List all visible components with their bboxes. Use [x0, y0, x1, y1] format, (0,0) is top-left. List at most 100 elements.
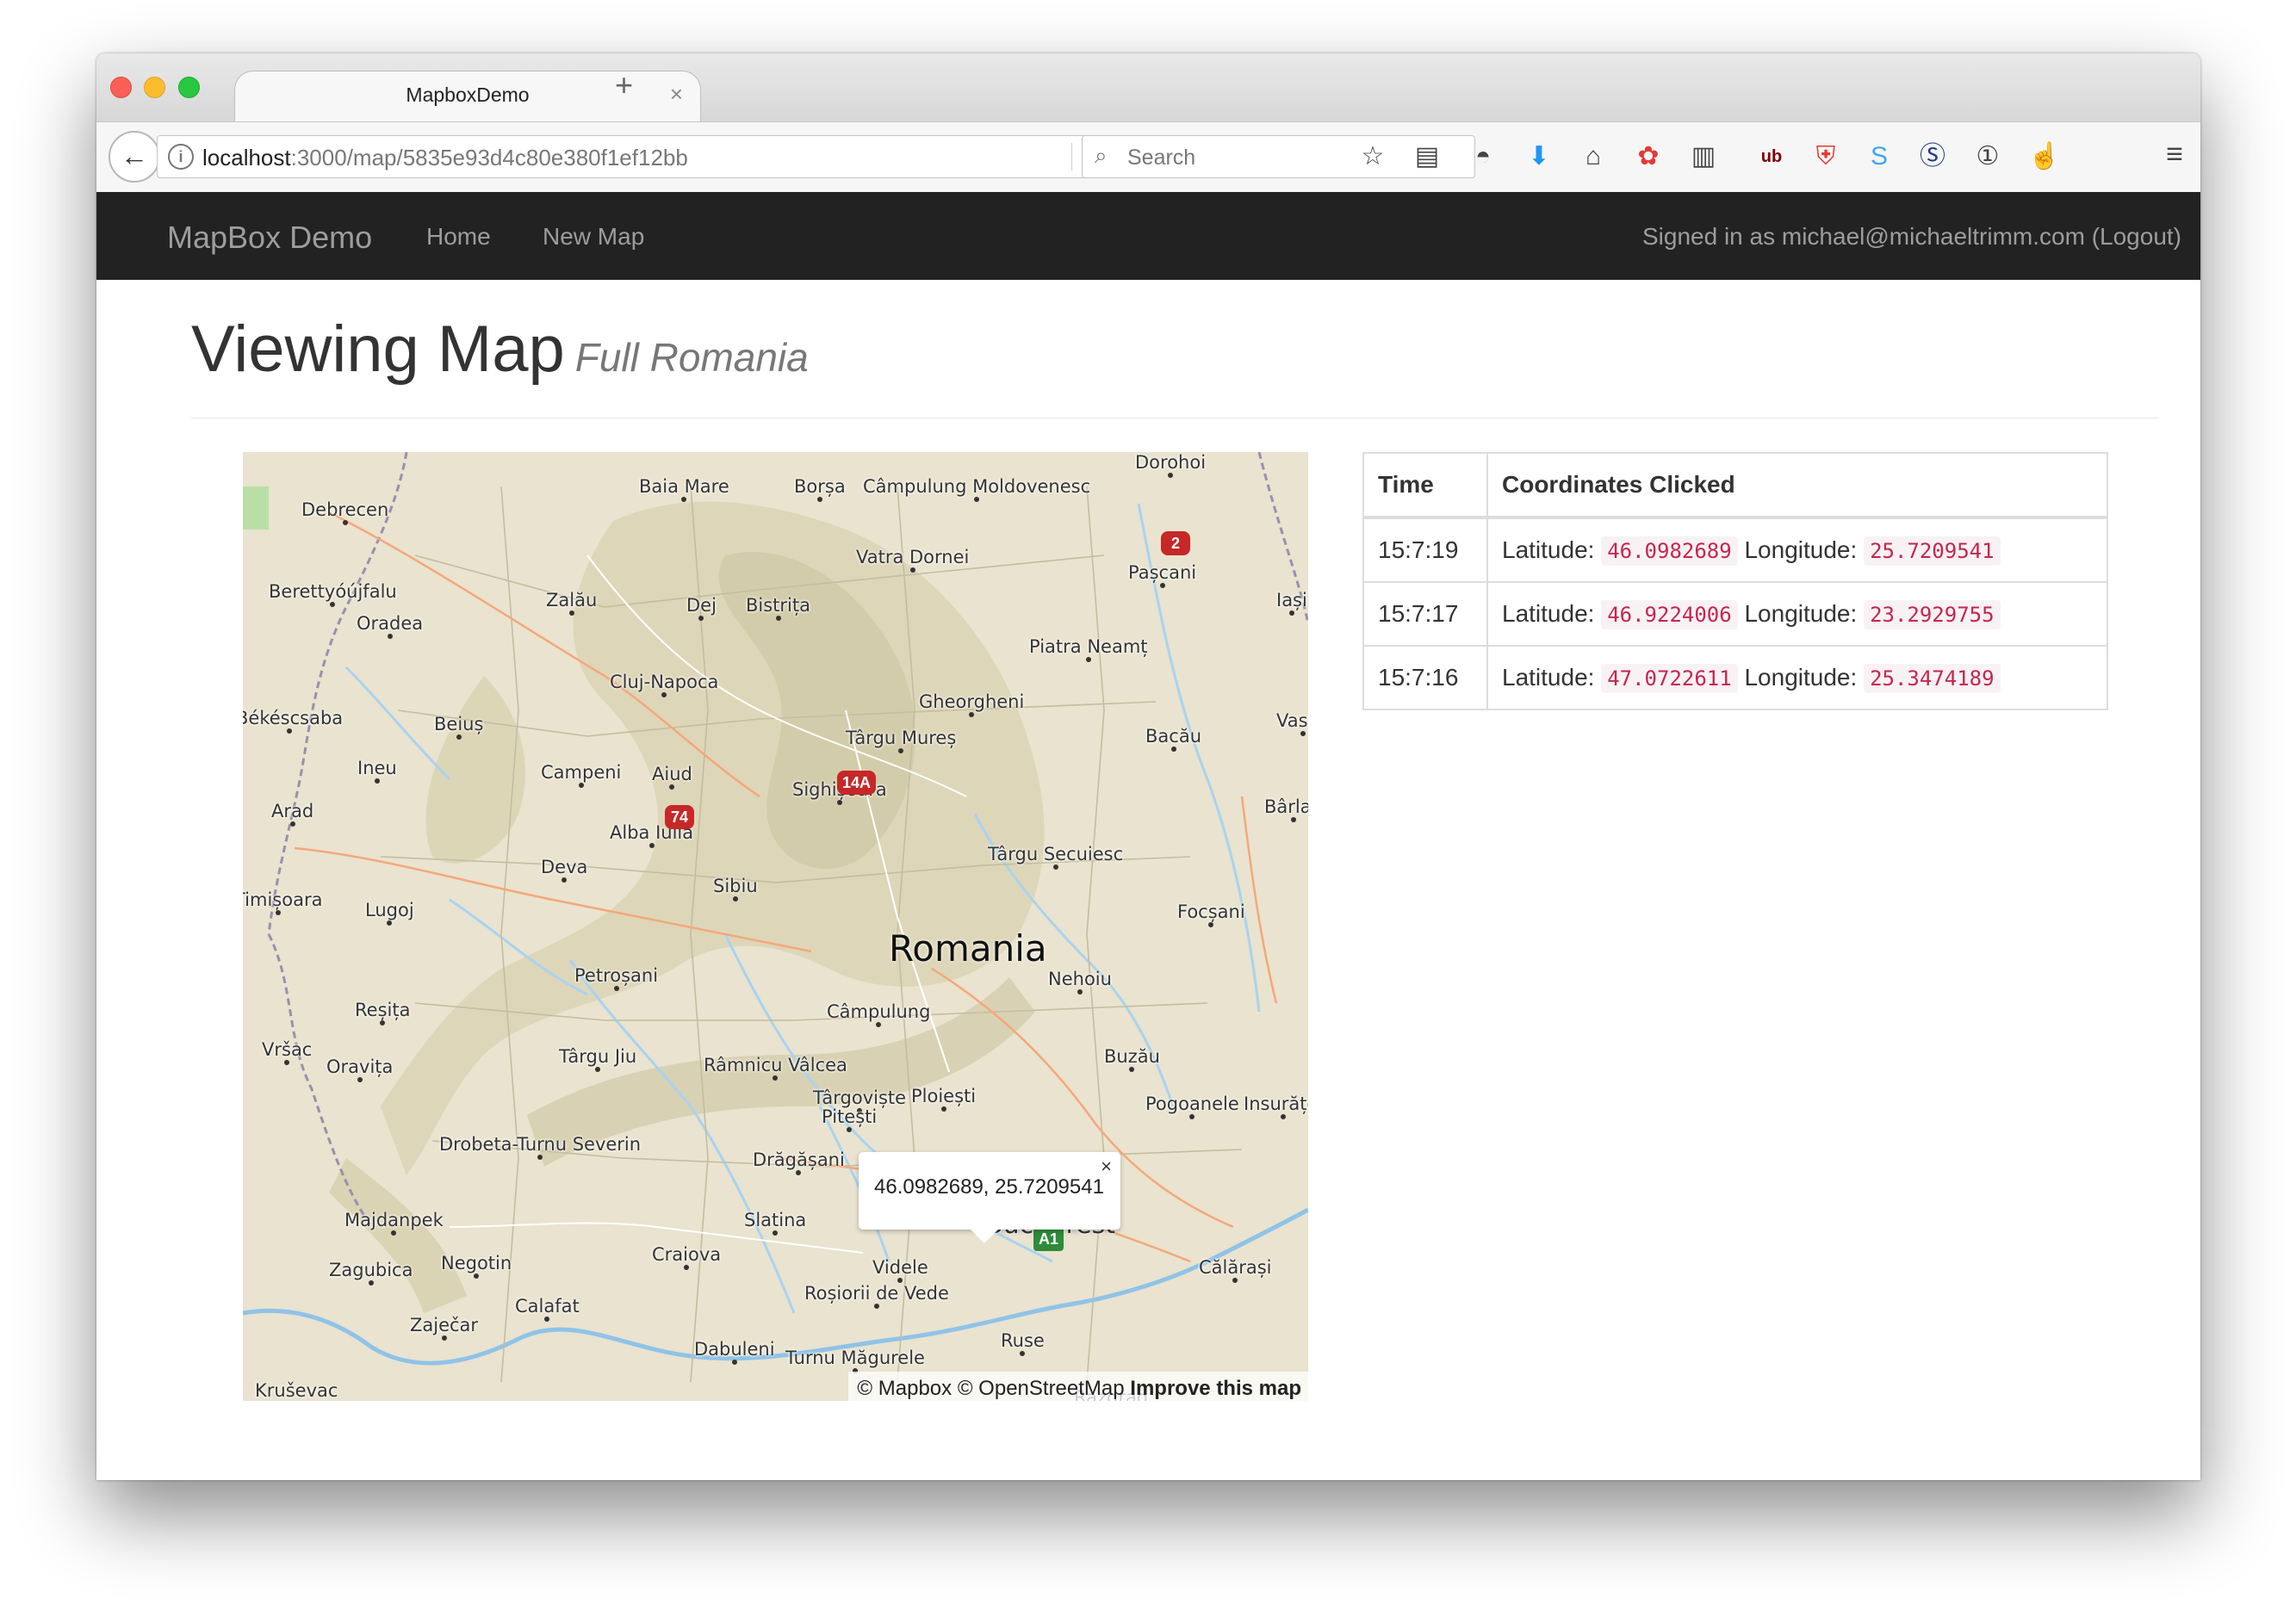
coordinates-table-body: 15:7:19 Latitude: 46.0982689 Longitude: 2… — [1362, 517, 2108, 710]
map-label: Târgu Mureș — [846, 728, 956, 753]
clipboard-extension-icon[interactable]: ▥ — [1686, 139, 1721, 174]
map-city-dot — [342, 520, 348, 525]
road-shield: 2 — [1161, 531, 1190, 555]
map-city-dot — [387, 634, 393, 639]
map-label: Piatra Neamț — [1029, 636, 1148, 662]
map-city-dot — [1077, 989, 1083, 994]
page-title-text: Viewing Map — [191, 313, 565, 386]
map-label: Dorohoi — [1135, 452, 1206, 478]
map-label: Sibiu — [713, 876, 758, 901]
popup-tip — [971, 1230, 998, 1243]
signed-in-logout-link[interactable]: Signed in as michael@michaeltrimm.com (L… — [1642, 223, 2181, 251]
map-canvas[interactable]: Baia Mare Borșa Câmpulung Moldovenesc Debre… — [243, 452, 1308, 1401]
map-city-dot — [613, 986, 619, 991]
map-city-dot — [731, 1360, 737, 1365]
map-city-dot — [1052, 864, 1058, 870]
map-city-dot — [1170, 747, 1176, 752]
map-label: Debrecen — [301, 499, 388, 525]
map-city-dot — [1290, 817, 1296, 822]
hand-extension-icon[interactable]: ☝ — [2027, 139, 2062, 174]
hamburger-menu-icon[interactable]: ≡ — [2166, 138, 2183, 171]
page-subtitle: Full Romania — [574, 335, 809, 380]
site-info-icon[interactable]: i — [168, 144, 194, 170]
coordinates-cell: Latitude: 46.9224006 Longitude: 23.29297… — [1486, 581, 2108, 647]
s-extension-icon[interactable]: S — [1862, 139, 1896, 174]
map-city-dot — [909, 567, 915, 573]
map-label: Kruševac — [255, 1380, 338, 1401]
longitude-value: 23.2929755 — [1864, 600, 2001, 629]
improve-map-link[interactable]: Improve this map — [1130, 1377, 1301, 1400]
map-label: Râmnicu Vâlcea — [704, 1055, 847, 1081]
onepassword-icon[interactable]: ① — [1970, 139, 2005, 174]
latitude-value: 47.0722611 — [1601, 664, 1738, 693]
map-city-dot — [357, 1077, 363, 1082]
map-city-dot — [940, 1106, 946, 1112]
map-label: Ploiești — [911, 1086, 976, 1112]
map-city-dot — [775, 616, 781, 621]
home-icon[interactable]: ⌂ — [1576, 139, 1610, 174]
map-city-dot — [836, 800, 842, 805]
map-label: Arad — [271, 801, 313, 827]
s-circle-extension-icon[interactable]: Ⓢ — [1915, 139, 1950, 174]
minimize-window-button[interactable] — [144, 77, 165, 98]
map-label: Bacău — [1145, 726, 1201, 752]
map-city-dot — [816, 497, 822, 502]
search-placeholder: Search — [1127, 146, 1196, 170]
map-label: Nehoiu — [1048, 969, 1112, 994]
map-label: Pitești — [822, 1106, 877, 1132]
map-label: Negotin — [441, 1253, 512, 1279]
map-label: Oradea — [357, 613, 423, 639]
latitude-label: Latitude: — [1502, 536, 1602, 563]
tab-close-icon[interactable]: × — [670, 81, 683, 108]
coordinates-cell: Latitude: 46.0982689 Longitude: 25.72095… — [1486, 517, 2108, 583]
header-time: Time — [1362, 452, 1488, 519]
map-label: Câmpulung Moldovenesc — [863, 476, 1090, 502]
map-label: Zalău — [546, 590, 597, 616]
brand-link[interactable]: MapBox Demo — [167, 220, 372, 256]
popup-close-icon[interactable]: × — [1101, 1155, 1112, 1178]
longitude-label: Longitude: — [1744, 664, 1865, 691]
longitude-label: Longitude: — [1744, 600, 1865, 627]
attribution-osm-link[interactable]: © OpenStreetMap — [958, 1377, 1125, 1400]
close-window-button[interactable] — [110, 77, 132, 98]
map-attribution: © Mapbox © OpenStreetMap Improve this ma… — [848, 1372, 1308, 1401]
map-label: Calafat — [515, 1296, 580, 1322]
bookmark-star-icon[interactable]: ☆ — [1356, 139, 1390, 174]
map-label: Roșiorii de Vede — [804, 1283, 949, 1309]
road-shield: A1 — [1033, 1227, 1064, 1251]
map-label: Videle — [872, 1257, 928, 1283]
latitude-value: 46.0982689 — [1601, 536, 1738, 566]
reader-view-icon[interactable]: ▤ — [1410, 139, 1444, 174]
longitude-value: 25.3474189 — [1864, 664, 2001, 693]
map-label: Lugoj — [365, 900, 414, 926]
longitude-label: Longitude: — [1744, 536, 1865, 563]
map-label: Pașcani — [1128, 562, 1196, 588]
map-label: Iași — [1276, 590, 1307, 616]
map-label: Focșani — [1177, 901, 1245, 927]
map-label: Târgu Secuiesc — [988, 844, 1123, 870]
map-city-dot — [648, 843, 655, 848]
map-label: Borșa — [794, 476, 846, 502]
pocket-icon[interactable]: ◓ — [1466, 139, 1500, 174]
browser-toolbar: ← i localhost:3000/map/5835e93d4c80e380f… — [96, 121, 2200, 194]
map-city-dot — [456, 734, 462, 740]
nav-new-map-link[interactable]: New Map — [543, 223, 644, 251]
colorful-extension-icon[interactable]: ✿ — [1631, 139, 1666, 174]
downloads-icon[interactable]: ⬇ — [1522, 139, 1556, 174]
attribution-mapbox-link[interactable]: © Mapbox — [857, 1377, 952, 1400]
shield-extension-icon[interactable]: ⛨ — [1809, 139, 1843, 174]
url-bar[interactable]: i localhost:3000/map/5835e93d4c80e380f1e… — [157, 135, 1112, 178]
map-label: Vatra Dornei — [856, 547, 969, 573]
zoom-window-button[interactable] — [178, 77, 200, 98]
nav-home-link[interactable]: Home — [426, 223, 491, 251]
map-label: Baia Mare — [639, 476, 729, 502]
time-cell: 15:7:16 — [1362, 645, 1488, 710]
map-label: Berettyóújfalu — [269, 581, 397, 607]
header-coordinates: Coordinates Clicked — [1486, 452, 2108, 519]
map-label: Călărași — [1199, 1257, 1272, 1283]
back-button[interactable]: ← — [109, 131, 160, 183]
map-label: Majdanpek — [344, 1210, 444, 1236]
ublock-icon[interactable]: ub — [1754, 139, 1789, 174]
map-popup: 46.0982689, 25.7209541 × — [859, 1152, 1120, 1243]
new-tab-button[interactable]: + — [615, 67, 633, 103]
